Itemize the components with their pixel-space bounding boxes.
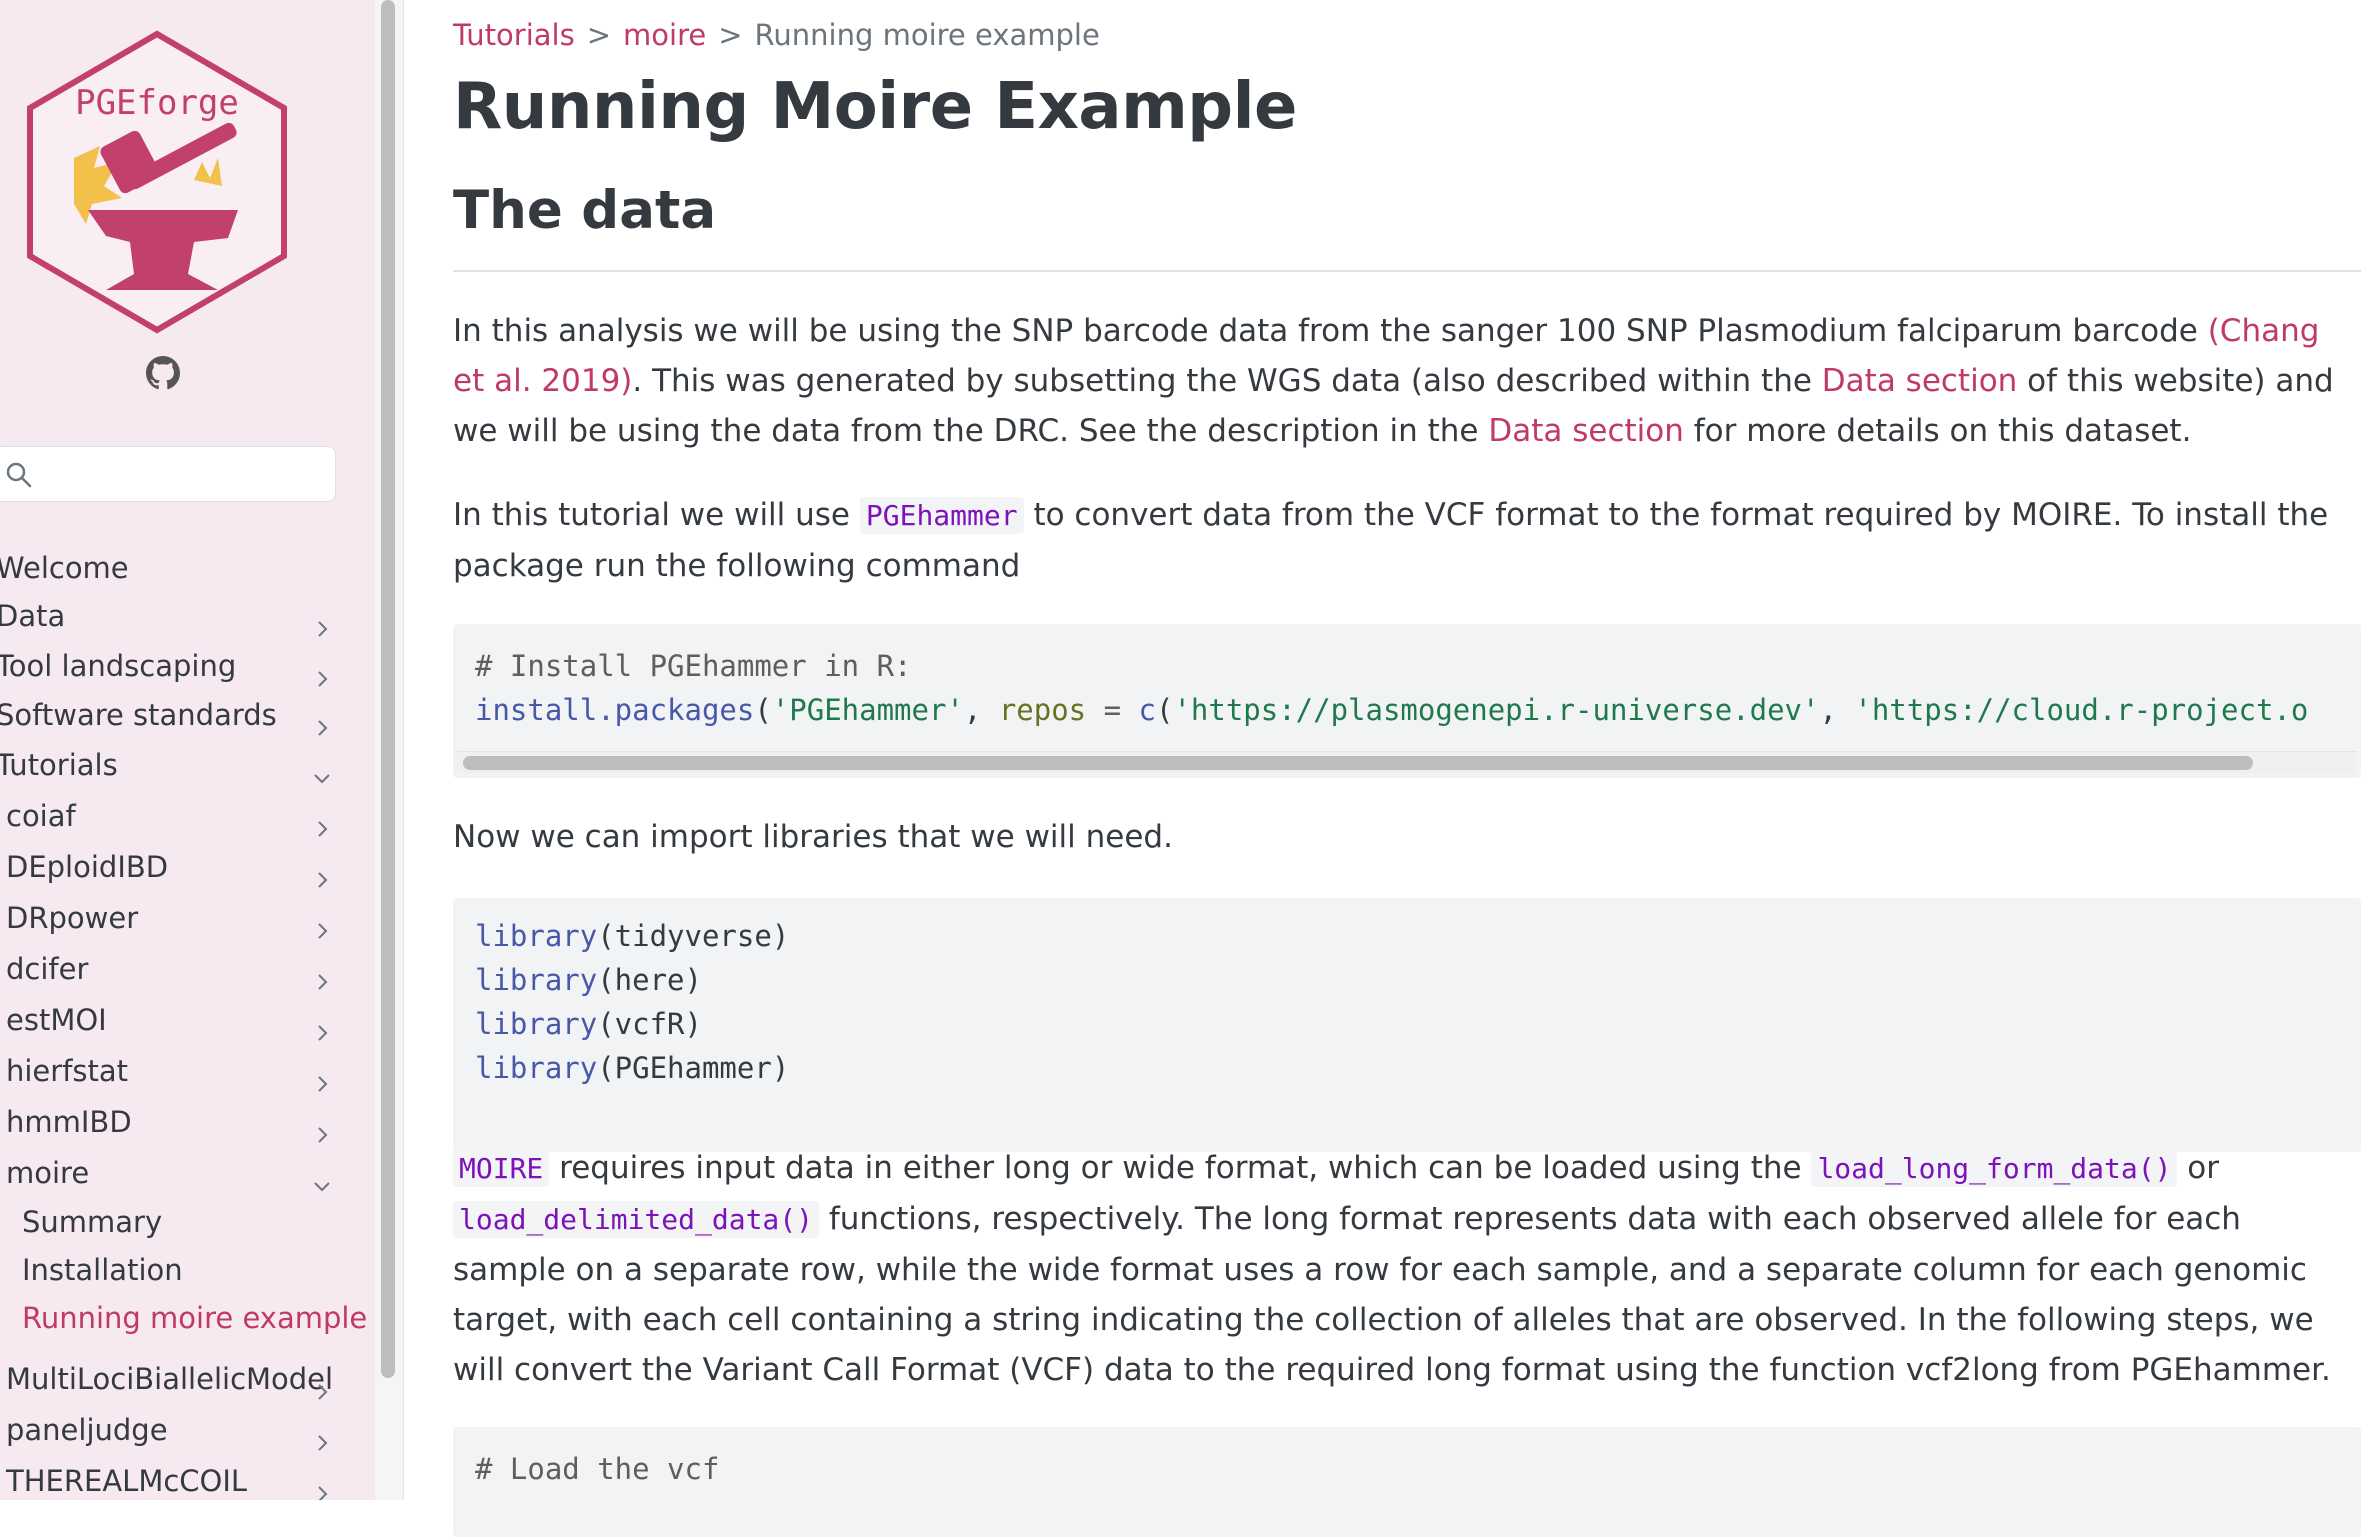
code-line-library: library(tidyverse) [475,919,790,953]
breadcrumb: Tutorials > moire > Running moire example [453,18,1100,52]
sidebar-item-label: Tool landscaping [0,649,237,683]
chevron-right-icon[interactable] [312,908,332,939]
data-section-link[interactable]: Data section [1822,363,2018,399]
inline-code-load-delimited: load_delimited_data() [453,1201,820,1238]
sidebar-item-moire[interactable]: moire [0,1150,340,1196]
sidebar-item-drpower[interactable]: DRpower [0,895,340,941]
code-line-install: install.packages('PGEhammer', repos = c(… [475,693,2309,727]
sidebar-item-hierfstat[interactable]: hierfstat [0,1048,340,1094]
code-line-library: library(here) [475,963,702,997]
chevron-right-icon[interactable] [312,1112,332,1143]
sidebar-item-label: Installation [22,1253,183,1287]
chevron-right-icon[interactable] [312,705,332,736]
sidebar-item-multilocibiallelicmodel[interactable]: MultiLociBiallelicModel [0,1356,340,1402]
inline-code-moire: MOIRE [453,1150,550,1187]
breadcrumb-separator: > [586,18,612,52]
data-section-link-2[interactable]: Data section [1488,413,1684,449]
sidebar-item-label: DEploidIBD [6,850,169,884]
page-title: Running Moire Example [453,70,1297,144]
code-comment: # Load the vcf [475,1452,720,1486]
breadcrumb-current: Running moire example [754,18,1100,52]
sidebar-item-label: MultiLociBiallelicModel [6,1362,334,1396]
sidebar-item-data[interactable]: Data [0,593,340,639]
chevron-down-icon[interactable] [312,1163,332,1192]
sidebar-item-label: Summary [22,1205,163,1239]
code-block-install[interactable]: # Install PGEhammer in R: install.packag… [453,624,2361,778]
sidebar-item-installation[interactable]: Installation [0,1247,340,1293]
sidebar-item-therealmccoil[interactable]: THEREALMcCOIL [0,1458,340,1500]
chevron-right-icon[interactable] [312,806,332,837]
sidebar-item-label: paneljudge [6,1413,168,1447]
main-content: Tutorials > moire > Running moire example Ru… [453,0,2361,1537]
paragraph-install-intro: In this tutorial we will use PGEhammer t… [453,490,2353,591]
sidebar: PGEforge Welcome Data Tool landscaping Soft… [0,0,375,1500]
text: requires input data in either long or wi… [549,1150,1812,1186]
sidebar-item-coiaf[interactable]: coiaf [0,793,340,839]
chevron-right-icon[interactable] [312,1420,332,1451]
code-horizontal-scroll-thumb[interactable] [463,756,2253,770]
sidebar-item-label: dcifer [6,952,89,986]
paragraph-moire-format: MOIRE requires input data in either long… [453,1143,2353,1395]
chevron-right-icon[interactable] [312,1061,332,1092]
text: or [2177,1150,2220,1186]
sidebar-item-dcifer[interactable]: dcifer [0,946,340,992]
sidebar-item-estmoi[interactable]: estMOI [0,997,340,1043]
chevron-right-icon[interactable] [312,1471,332,1500]
section-divider [453,270,2361,272]
chevron-right-icon[interactable] [312,959,332,990]
inline-code-load-long: load_long_form_data() [1811,1150,2178,1187]
chevron-right-icon[interactable] [312,857,332,888]
sidebar-item-label: Tutorials [0,748,118,782]
chevron-right-icon[interactable] [312,656,332,687]
sidebar-item-label: Welcome [0,551,129,585]
sidebar-item-label: DRpower [6,901,139,935]
code-block-load-vcf[interactable]: # Load the vcf [453,1427,2361,1537]
logo-text: PGEforge [75,83,239,123]
sidebar-item-label: hmmIBD [6,1105,132,1139]
text: . This was generated by subsetting the W… [632,363,1822,399]
sidebar-item-summary[interactable]: Summary [0,1199,340,1245]
search-input[interactable] [0,446,336,502]
chevron-right-icon[interactable] [312,606,332,637]
pgeforge-logo[interactable]: PGEforge [22,28,292,338]
sidebar-item-label: hierfstat [6,1054,129,1088]
github-icon[interactable] [146,356,180,390]
code-line-library: library(PGEhammer) [475,1051,790,1085]
sidebar-item-tool-landscaping[interactable]: Tool landscaping [0,643,340,689]
code-line-library: library(vcfR) [475,1007,702,1041]
breadcrumb-tutorials[interactable]: Tutorials [453,18,575,52]
sidebar-item-label: THEREALMcCOIL [6,1464,248,1498]
sidebar-scrollbar-thumb[interactable] [381,0,395,1378]
chevron-right-icon[interactable] [312,1010,332,1041]
paragraph-import-libraries: Now we can import libraries that we will… [453,819,1173,855]
sidebar-item-software-standards[interactable]: Software standards [0,692,340,738]
sidebar-item-hmmibd[interactable]: hmmIBD [0,1099,340,1145]
sidebar-item-label: Software standards [0,698,277,732]
sidebar-item-label: coiaf [6,799,76,833]
inline-code-pgehammer: PGEhammer [859,497,1024,534]
chevron-right-icon[interactable] [312,1369,332,1400]
paragraph-data-intro: In this analysis we will be using the SN… [453,306,2353,456]
text: In this analysis we will be using the SN… [453,313,2208,349]
sidebar-item-label: Running moire example [22,1301,368,1335]
sidebar-item-label: Data [0,599,66,633]
sidebar-item-running-moire-example[interactable]: Running moire example [0,1295,367,1341]
sidebar-item-label: estMOI [6,1003,107,1037]
text: for more details on this dataset. [1683,413,2192,449]
code-comment: # Install PGEhammer in R: [475,649,912,683]
sidebar-item-label: moire [6,1156,90,1190]
code-block-libraries[interactable]: library(tidyverse) library(here) library… [453,898,2361,1152]
sidebar-item-tutorials[interactable]: Tutorials [0,742,340,788]
sidebar-item-welcome[interactable]: Welcome [0,545,340,591]
sidebar-item-deploidibd[interactable]: DEploidIBD [0,844,340,890]
search-icon [5,461,33,489]
text: In this tutorial we will use [453,497,860,533]
breadcrumb-separator: > [718,18,743,52]
chevron-down-icon[interactable] [312,755,332,784]
section-heading: The data [453,180,717,241]
breadcrumb-moire[interactable]: moire [623,18,706,52]
sidebar-item-paneljudge[interactable]: paneljudge [0,1407,340,1453]
